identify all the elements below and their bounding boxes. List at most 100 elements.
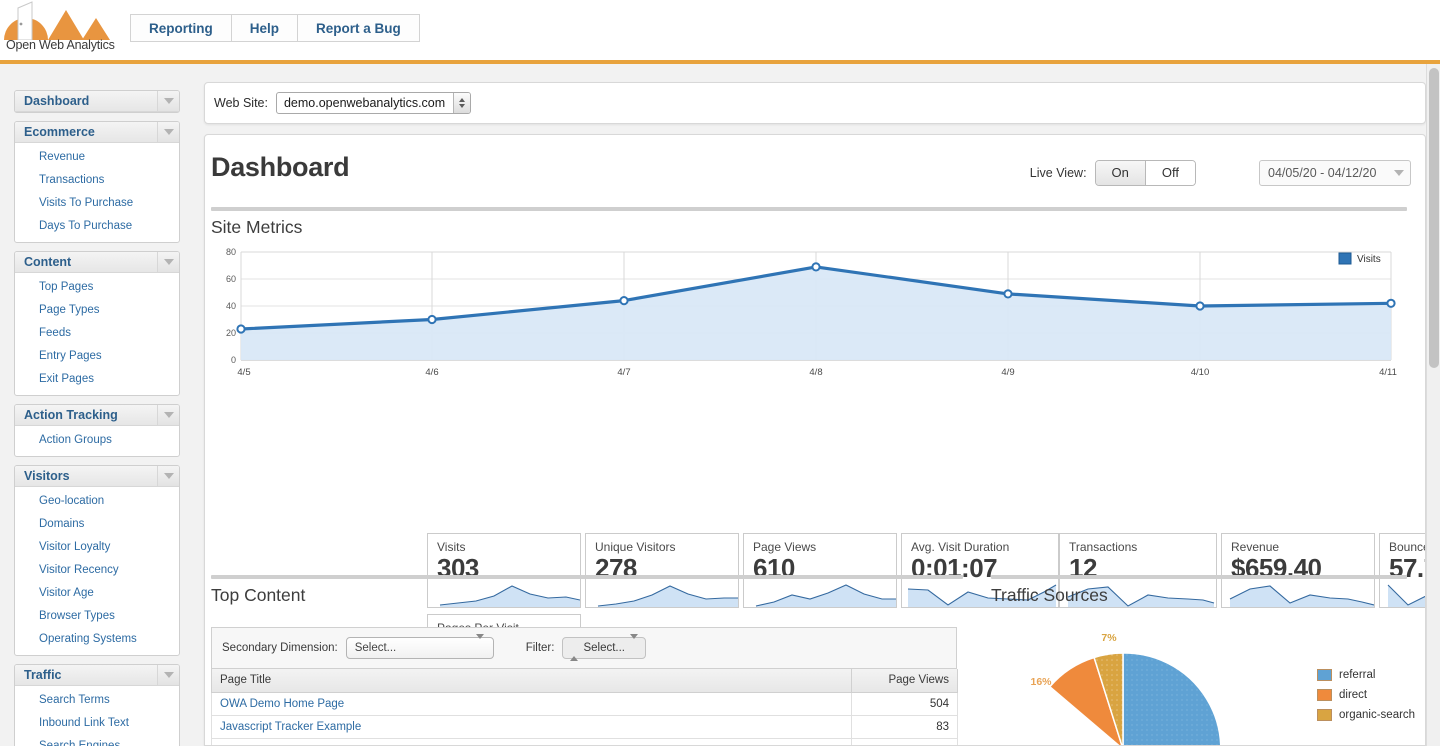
chevron-down-icon[interactable] — [157, 122, 179, 142]
table-header-row: Page Title Page Views — [211, 669, 958, 693]
live-view-off-button[interactable]: Off — [1144, 161, 1195, 185]
cell-page-title: Javascript Tracker Example — [211, 714, 852, 739]
sidebar-group-header-traffic[interactable]: Traffic — [15, 665, 179, 686]
sidebar-item-action-groups[interactable]: Action Groups — [15, 429, 179, 452]
sidebar-group-content: Content Top Pages Page Types Feeds Entry… — [14, 251, 180, 396]
section-title: Site Metrics — [211, 217, 303, 237]
filter-select-button[interactable]: Select... — [562, 634, 647, 661]
sidebar-group-title: Content — [24, 255, 72, 269]
sidebar-item-visitor-loyalty[interactable]: Visitor Loyalty — [15, 536, 179, 559]
legend-label: referral — [1339, 669, 1376, 681]
cell-page-views: 83 — [851, 714, 958, 739]
chevron-up-icon — [570, 639, 579, 661]
sidebar-item-revenue[interactable]: Revenue — [15, 146, 179, 169]
sidebar-item-operating-systems[interactable]: Operating Systems — [15, 628, 179, 651]
chevron-down-icon[interactable] — [475, 634, 493, 657]
nav-tab-reporting[interactable]: Reporting — [130, 14, 231, 42]
svg-text:0: 0 — [231, 355, 236, 365]
secondary-dimension-value: Select... — [354, 642, 397, 654]
sidebar-item-browser-types[interactable]: Browser Types — [15, 605, 179, 628]
site-select-value: demo.openwebanalytics.com — [283, 96, 446, 110]
chevron-down-icon[interactable] — [1388, 170, 1410, 176]
legend-item-referral[interactable]: referral — [1317, 669, 1415, 681]
page-scrollbar[interactable] — [1426, 64, 1440, 746]
svg-text:60: 60 — [226, 274, 236, 284]
column-header-page-title[interactable]: Page Title — [211, 669, 852, 693]
live-view-label: Live View: — [1029, 166, 1087, 180]
sidebar-group-title: Action Tracking — [24, 408, 118, 422]
svg-text:4/11: 4/11 — [1379, 367, 1397, 378]
sidebar-group-header-content[interactable]: Content — [15, 252, 179, 273]
sidebar-group-items: Search Terms Inbound Link Text Search En… — [15, 686, 179, 746]
live-view-control: Live View: On Off — [1030, 160, 1196, 186]
svg-text:4/5: 4/5 — [237, 367, 250, 378]
column-header-page-views[interactable]: Page Views — [851, 669, 958, 693]
sidebar-item-visitor-age[interactable]: Visitor Age — [15, 582, 179, 605]
table-row[interactable]: OWA Demo Home Page 504 — [211, 691, 958, 716]
sidebar-item-entry-pages[interactable]: Entry Pages — [15, 345, 179, 368]
sidebar-item-top-pages[interactable]: Top Pages — [15, 276, 179, 299]
chevron-down-icon — [630, 634, 639, 657]
site-select[interactable]: demo.openwebanalytics.com — [275, 92, 472, 114]
sidebar-item-search-engines[interactable]: Search Engines — [15, 735, 179, 746]
secondary-dimension-select[interactable]: Select... — [345, 634, 494, 659]
legend-item-organic-search[interactable]: organic-search — [1317, 709, 1415, 721]
nav-tab-report-a-bug[interactable]: Report a Bug — [297, 14, 420, 42]
cell-page-title: OWA Demo Home Page — [211, 691, 852, 716]
sidebar-group-header-visitors[interactable]: Visitors — [15, 466, 179, 487]
top-content-table: Page Title Page Views OWA Demo Home Page… — [211, 669, 958, 745]
legend-item-direct[interactable]: direct — [1317, 689, 1415, 701]
updown-stepper-icon[interactable] — [453, 93, 471, 113]
filter-value: Select... — [583, 642, 626, 654]
sidebar-group-header-dashboard[interactable]: Dashboard — [15, 91, 179, 112]
sidebar-item-exit-pages[interactable]: Exit Pages — [15, 368, 179, 391]
legend-label: direct — [1339, 689, 1368, 701]
chevron-down-icon[interactable] — [157, 405, 179, 425]
svg-text:4/9: 4/9 — [1001, 367, 1014, 378]
sidebar-item-geo-location[interactable]: Geo-location — [15, 490, 179, 513]
sidebar-item-inbound-link-text[interactable]: Inbound Link Text — [15, 712, 179, 735]
svg-text:40: 40 — [226, 301, 236, 311]
table-row[interactable]: Javascript Tracker Example 83 — [211, 714, 958, 739]
sidebar-item-days-to-purchase[interactable]: Days To Purchase — [15, 215, 179, 238]
sidebar-item-search-terms[interactable]: Search Terms — [15, 689, 179, 712]
sidebar-group-traffic: Traffic Search Terms Inbound Link Text S… — [14, 664, 180, 746]
metric-label: Revenue — [1231, 540, 1280, 554]
cell-page-views: 504 — [851, 691, 958, 716]
sidebar-group-header-ecommerce[interactable]: Ecommerce — [15, 122, 179, 143]
app-logo[interactable]: Open Web Analytics — [4, 0, 116, 58]
table-row[interactable] — [211, 737, 958, 745]
sidebar-group-items: Geo-location Domains Visitor Loyalty Vis… — [15, 487, 179, 655]
section-divider — [991, 575, 1407, 579]
sidebar-group-dashboard: Dashboard — [14, 90, 180, 113]
sidebar-item-domains[interactable]: Domains — [15, 513, 179, 536]
sidebar-item-visits-to-purchase[interactable]: Visits To Purchase — [15, 192, 179, 215]
site-selector-label: Web Site: — [214, 96, 268, 110]
sidebar-item-transactions[interactable]: Transactions — [15, 169, 179, 192]
site-selector-bar: Web Site: demo.openwebanalytics.com — [204, 82, 1426, 124]
svg-text:80: 80 — [226, 247, 236, 257]
top-nav: Reporting Help Report a Bug — [130, 14, 420, 42]
traffic-sources-legend: referral direct organic-search — [1317, 669, 1415, 729]
legend-swatch-organic-search — [1317, 709, 1332, 721]
scrollbar-thumb[interactable] — [1429, 68, 1439, 368]
date-range-picker[interactable]: 04/05/20 - 04/12/20 — [1259, 160, 1411, 186]
chevron-down-icon[interactable] — [157, 91, 179, 111]
nav-tab-help[interactable]: Help — [230, 14, 298, 42]
sidebar-item-page-types[interactable]: Page Types — [15, 299, 179, 322]
filter-label: Filter: — [525, 642, 555, 654]
chevron-down-icon[interactable] — [157, 466, 179, 486]
chevron-down-icon[interactable] — [157, 252, 179, 272]
chevron-down-icon[interactable] — [157, 665, 179, 685]
metric-label: Transactions — [1069, 540, 1138, 554]
live-view-on-button[interactable]: On — [1095, 161, 1145, 185]
sidebar-item-feeds[interactable]: Feeds — [15, 322, 179, 345]
cell-page-views — [851, 737, 958, 745]
sidebar-group-header-action-tracking[interactable]: Action Tracking — [15, 405, 179, 426]
sidebar-item-visitor-recency[interactable]: Visitor Recency — [15, 559, 179, 582]
cell-page-title — [211, 737, 852, 745]
page-title-link[interactable]: Javascript Tracker Example — [220, 721, 361, 733]
svg-text:Visits: Visits — [1357, 254, 1381, 265]
owa-logo-icon — [4, 1, 110, 40]
page-title-link[interactable]: OWA Demo Home Page — [220, 698, 344, 710]
